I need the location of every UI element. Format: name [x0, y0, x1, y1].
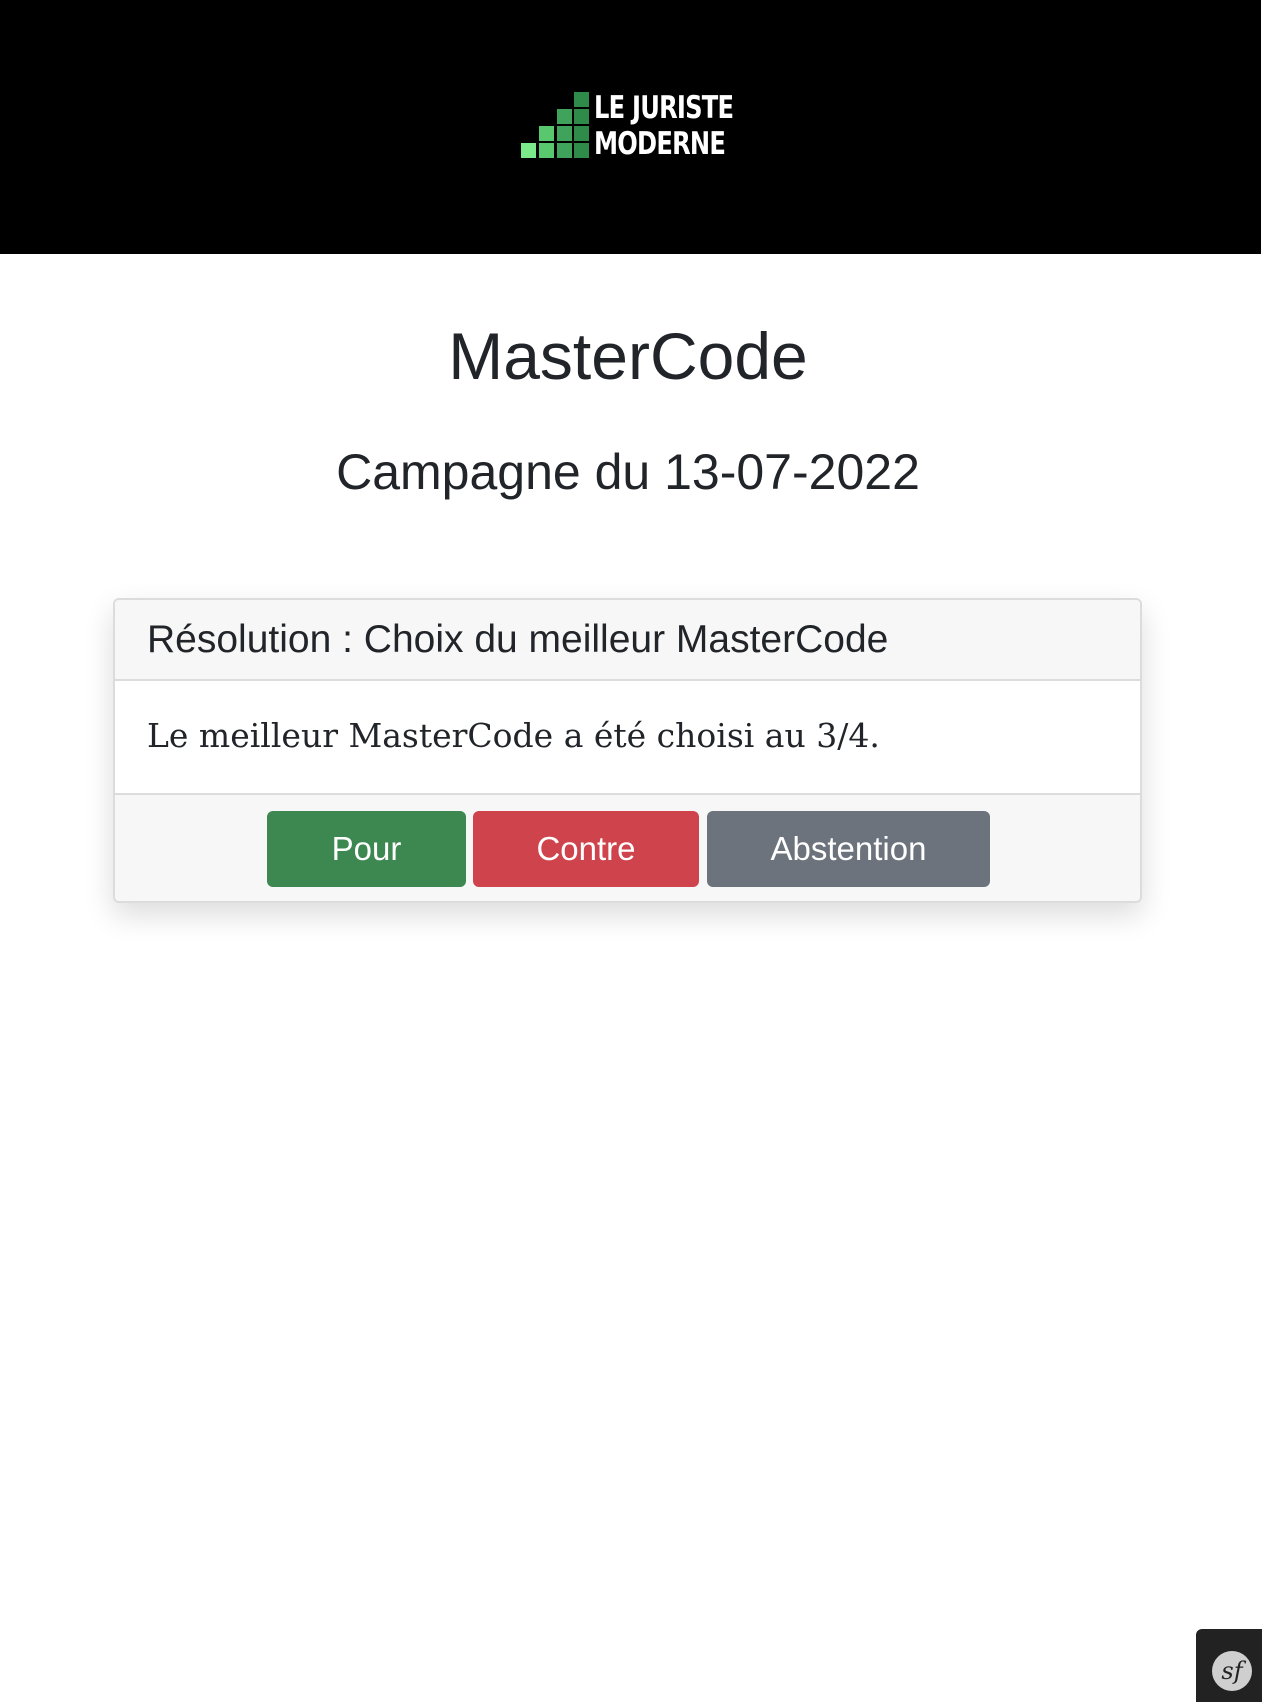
logo-line-1: LE JURISTE: [594, 90, 734, 126]
site-header: LE JURISTE MODERNE: [0, 0, 1261, 254]
debug-toolbar-toggle[interactable]: sf: [1196, 1629, 1262, 1702]
campaign-subtitle: Campagne du 13-07-2022: [336, 444, 920, 500]
resolution-description: Le meilleur MasterCode a été choisi au 3…: [115, 681, 1140, 795]
logo-text: LE JURISTE MODERNE: [594, 90, 734, 162]
resolution-card: Résolution : Choix du meilleur MasterCod…: [113, 598, 1142, 903]
symfony-icon: sf: [1212, 1651, 1252, 1691]
pour-button[interactable]: Pour: [267, 811, 466, 887]
staircase-blocks-icon: [521, 92, 589, 158]
resolution-title: Résolution : Choix du meilleur MasterCod…: [115, 600, 1140, 681]
contre-button[interactable]: Contre: [473, 811, 699, 887]
abstention-button[interactable]: Abstention: [707, 811, 990, 887]
page-title: MasterCode: [448, 319, 808, 393]
vote-actions: Pour Contre Abstention: [115, 795, 1140, 901]
logo[interactable]: LE JURISTE MODERNE: [520, 90, 734, 162]
logo-line-2: MODERNE: [594, 126, 726, 162]
